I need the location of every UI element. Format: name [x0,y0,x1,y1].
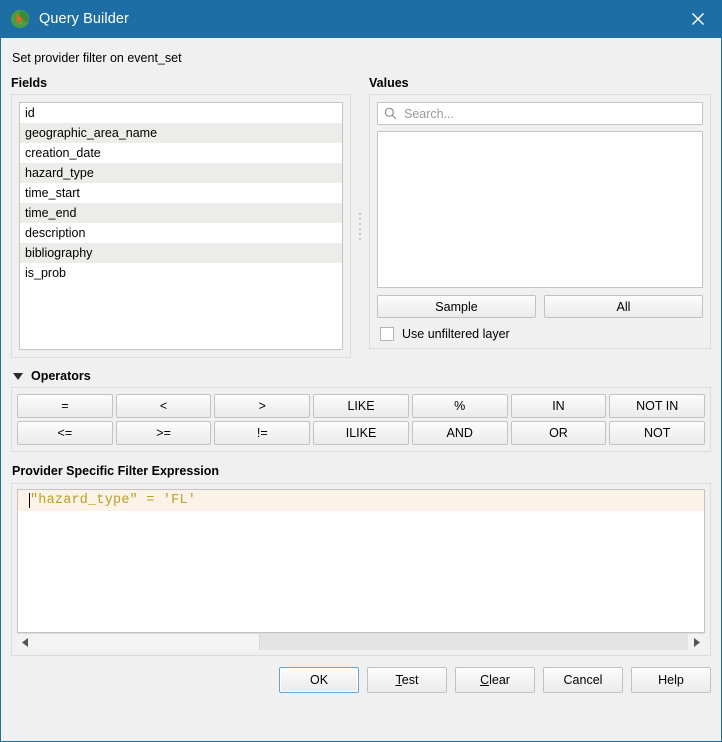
expression-hscrollbar[interactable] [17,633,705,650]
operator-row: = < > LIKE% IN NOT IN [17,394,706,418]
hscroll-track[interactable] [34,634,688,650]
operators-label: Operators [31,369,91,383]
values-column: Values Sample All [369,76,711,349]
operator-button[interactable]: = [17,394,113,418]
expression-label: Provider Specific Filter Expression [12,464,220,478]
close-icon[interactable] [675,0,721,38]
panel-splitter[interactable] [351,76,369,358]
expression-editor[interactable]: "hazard_type" = 'FL' [17,489,705,633]
help-button[interactable]: Help [631,667,711,693]
field-list-item[interactable]: creation_date [20,143,342,163]
cancel-button[interactable]: Cancel [543,667,623,693]
search-input[interactable] [404,106,696,121]
operator-button[interactable]: % [411,394,508,418]
operator-button[interactable]: ILIKE [313,421,409,445]
operator-button[interactable]: NOT IN [609,394,706,418]
operator-button[interactable]: NOT [609,421,706,445]
operator-button[interactable]: IN [510,394,607,418]
operator-button[interactable]: != [214,421,311,445]
chevron-down-icon [13,372,23,380]
field-list-item[interactable]: time_start [20,183,342,203]
query-builder-dialog: Query Builder Set provider filter on eve… [0,0,722,742]
field-list-item[interactable]: id [20,103,342,123]
window-title: Query Builder [39,11,129,27]
field-list-item[interactable]: is_prob [20,263,342,283]
checkbox-box-icon [380,327,394,341]
scroll-right-icon[interactable] [688,634,705,650]
values-panel: Sample All Use unfiltered layer [369,94,711,349]
operators-section-header[interactable]: Operators [13,369,711,383]
hscroll-thumb[interactable] [34,634,260,650]
use-unfiltered-layer-checkbox[interactable]: Use unfiltered layer [377,327,703,341]
all-button[interactable]: All [544,295,703,318]
fields-list[interactable]: id geographic_area_name creation_date hazar… [19,102,343,350]
fields-column: Fields id geographic_area_name creation_da… [11,76,351,358]
operator-row: <= >= != ILIKE AND OR NOT [17,421,706,445]
operator-button[interactable]: LIKE [313,394,409,418]
dialog-footer: OK Test Clear Cancel Help [1,656,721,693]
field-list-item[interactable]: bibliography [20,243,342,263]
test-button[interactable]: Test [367,667,447,693]
operator-button[interactable]: > [214,394,311,418]
title-bar: Query Builder [1,0,721,38]
values-actions: Sample All [377,295,703,318]
subtitle: Set provider filter on event_set [12,51,182,65]
test-button-label: Test [395,673,419,687]
operators-panel: = < > LIKE% IN NOT IN <= >= != ILIKE AND OR NOT [11,387,711,452]
values-list[interactable] [377,131,703,288]
expression-panel: "hazard_type" = 'FL' [11,483,711,656]
field-list-item[interactable]: hazard_type [20,163,342,183]
scroll-left-icon[interactable] [17,634,34,650]
fields-panel: id geographic_area_name creation_date hazar… [11,94,351,358]
field-list-item[interactable]: time_end [20,203,342,223]
expression-current-line: "hazard_type" = 'FL' [18,490,704,511]
clear-button[interactable]: Clear [455,667,535,693]
operator-button[interactable]: OR [510,421,607,445]
operator-button[interactable]: >= [115,421,212,445]
expression-text: "hazard_type" = 'FL' [30,493,197,508]
operator-button[interactable]: AND [411,421,508,445]
field-list-item[interactable]: geographic_area_name [20,123,342,143]
search-icon [384,107,397,120]
values-search-box[interactable] [377,102,703,125]
dialog-body: Set provider filter on event_set Fields … [1,38,721,656]
use-unfiltered-layer-label: Use unfiltered layer [402,327,510,341]
splitter-grip-icon [359,212,361,240]
sample-button[interactable]: Sample [377,295,536,318]
fields-values-columns: Fields id geographic_area_name creation_da… [11,76,711,358]
values-label: Values [369,76,409,90]
field-list-item[interactable]: description [20,223,342,243]
ok-button[interactable]: OK [279,667,359,693]
qgis-icon [10,9,30,29]
operator-button[interactable]: <= [17,421,113,445]
fields-label: Fields [11,76,48,90]
clear-button-label: Clear [480,673,510,687]
operator-button[interactable]: < [115,394,212,418]
